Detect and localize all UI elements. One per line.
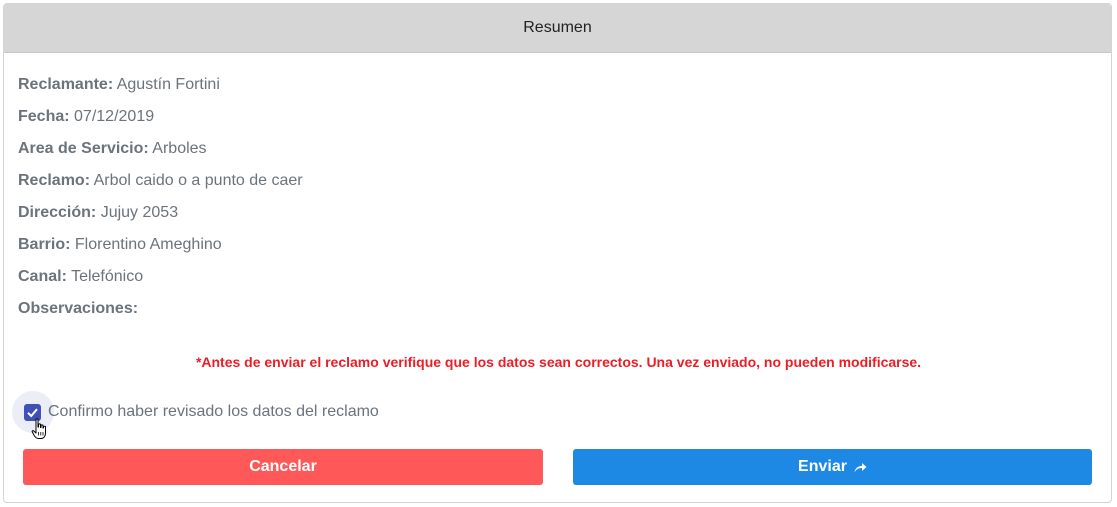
field-value: Jujuy 2053	[100, 204, 179, 221]
summary-fields: Reclamante: Agustín Fortini Fecha: 07/12…	[18, 74, 303, 330]
card-header: Resumen	[4, 4, 1111, 53]
field-direccion: Dirección: Jujuy 2053	[18, 202, 303, 234]
field-label: Area de Servicio:	[18, 140, 149, 157]
field-reclamo: Reclamo: Arbol caido o a punto de caer	[18, 170, 303, 202]
field-area-servicio: Area de Servicio: Arboles	[18, 138, 303, 170]
field-value: Arboles	[152, 140, 207, 157]
field-label: Dirección:	[18, 204, 97, 221]
confirm-row[interactable]: Confirmo haber revisado los datos del re…	[12, 391, 379, 439]
share-icon	[854, 462, 867, 473]
field-canal: Canal: Telefónico	[18, 266, 303, 298]
field-label: Fecha:	[18, 108, 70, 125]
hand-cursor-icon	[31, 418, 46, 439]
field-label: Observaciones:	[18, 300, 139, 317]
checkmark-icon	[27, 408, 38, 417]
send-button-label: Enviar	[798, 458, 847, 475]
cancel-button-label: Cancelar	[249, 458, 317, 475]
confirm-label[interactable]: Confirmo haber revisado los datos del re…	[48, 403, 379, 421]
field-value: Telefónico	[71, 268, 144, 285]
send-button[interactable]: Enviar	[573, 449, 1092, 485]
field-fecha: Fecha: 07/12/2019	[18, 106, 303, 138]
field-value: Florentino Ameghino	[74, 236, 222, 253]
field-label: Reclamo:	[18, 172, 91, 189]
summary-card: Resumen Reclamante: Agustín Fortini Fech…	[3, 3, 1112, 503]
field-label: Canal:	[18, 268, 67, 285]
field-value: Arbol caido o a punto de caer	[93, 172, 303, 189]
field-label: Reclamante:	[18, 76, 114, 93]
field-barrio: Barrio: Florentino Ameghino	[18, 234, 303, 266]
field-reclamante: Reclamante: Agustín Fortini	[18, 74, 303, 106]
field-value: 07/12/2019	[74, 108, 155, 125]
page-title: Resumen	[523, 19, 592, 36]
cancel-button[interactable]: Cancelar	[23, 449, 543, 485]
field-value: Agustín Fortini	[116, 76, 220, 93]
warning-message: *Antes de enviar el reclamo verifique qu…	[195, 354, 922, 370]
field-label: Barrio:	[18, 236, 71, 253]
field-observaciones: Observaciones:	[18, 298, 303, 330]
